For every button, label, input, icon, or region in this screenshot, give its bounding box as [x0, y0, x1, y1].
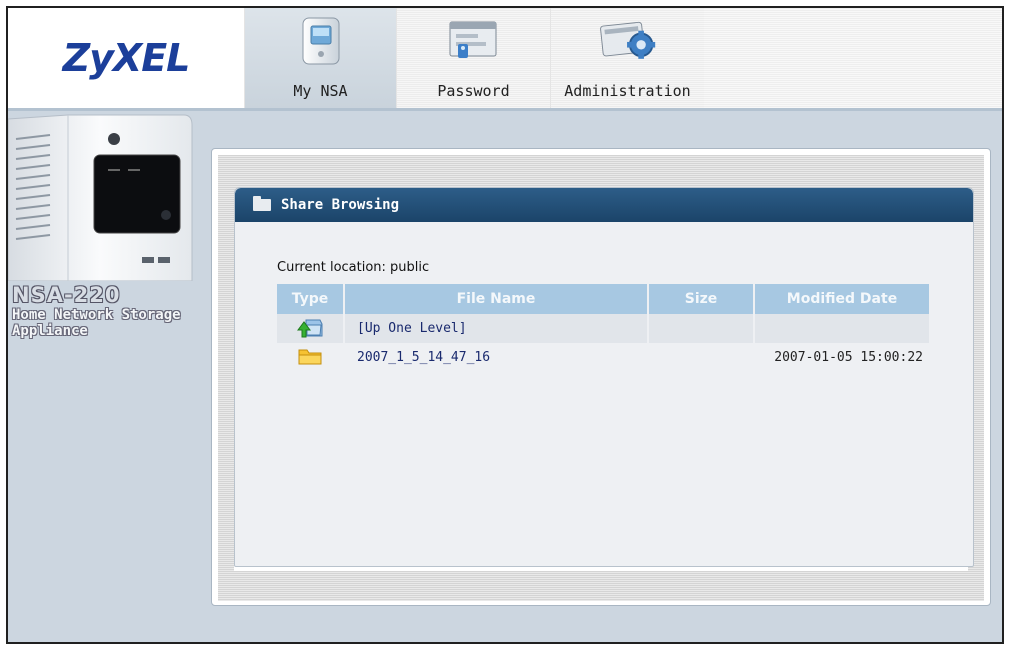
tab-my-nsa[interactable]: My NSA [244, 8, 396, 108]
modified-date-cell: 2007-01-05 15:00:22 [755, 343, 929, 372]
column-header-type[interactable]: Type [277, 284, 343, 314]
header: ZyXEL My NSA Password Administration [8, 8, 1002, 111]
tab-password[interactable]: Password [396, 8, 550, 108]
size-cell [649, 343, 753, 372]
table-header-row: Type File Name Size Modified Date [277, 284, 929, 314]
folder-icon[interactable] [297, 346, 323, 366]
model-subtitle-line1: Home Network Storage [12, 307, 181, 323]
model-subtitle-line2: Appliance [12, 323, 88, 339]
tab-label: Administration [564, 82, 691, 100]
share-browsing-panel: Share Browsing Current location: public … [234, 187, 974, 567]
tab-label: My NSA [293, 82, 348, 100]
zyxel-logo: ZyXEL [62, 36, 191, 80]
table-row: 2007_1_5_14_47_16 2007-01-05 15:00:22 [277, 343, 929, 372]
panel-stripes-top [218, 155, 984, 191]
type-cell [277, 343, 343, 372]
content-panel: Share Browsing Current location: public … [211, 148, 991, 606]
tab-administration[interactable]: Administration [550, 8, 704, 108]
column-header-size[interactable]: Size [649, 284, 753, 314]
modified-date-cell [755, 314, 929, 343]
nas-device-icon [291, 16, 351, 66]
file-table: Type File Name Size Modified Date [Up On… [275, 284, 931, 372]
up-level-icon[interactable] [296, 316, 324, 338]
type-cell [277, 314, 343, 343]
device-image: NSA-220 Home Network Storage Appliance [8, 111, 208, 351]
nav-filler [704, 8, 1002, 108]
panel-stripes-left [218, 155, 234, 595]
current-location: Current location: public [277, 260, 430, 275]
column-header-file-name[interactable]: File Name [345, 284, 647, 314]
table-row: [Up One Level] [277, 314, 929, 343]
device-label: NSA-220 Home Network Storage Appliance [12, 283, 181, 339]
tab-label: Password [437, 82, 510, 100]
password-icon [444, 16, 504, 66]
administration-gear-icon [598, 16, 658, 66]
column-header-modified-date[interactable]: Modified Date [755, 284, 929, 314]
file-name-link[interactable]: [Up One Level] [345, 314, 647, 343]
model-name: NSA-220 [12, 283, 121, 307]
app-frame: ZyXEL My NSA Password Administration NSA… [6, 6, 1004, 644]
panel-title: Share Browsing [281, 197, 400, 213]
nsa-device-illustration [8, 114, 193, 282]
folder-title-icon [253, 196, 271, 211]
file-name-link[interactable]: 2007_1_5_14_47_16 [345, 343, 647, 372]
size-cell [649, 314, 753, 343]
panel-title-bar: Share Browsing [235, 188, 973, 222]
panel-stripes-bottom [218, 571, 984, 601]
